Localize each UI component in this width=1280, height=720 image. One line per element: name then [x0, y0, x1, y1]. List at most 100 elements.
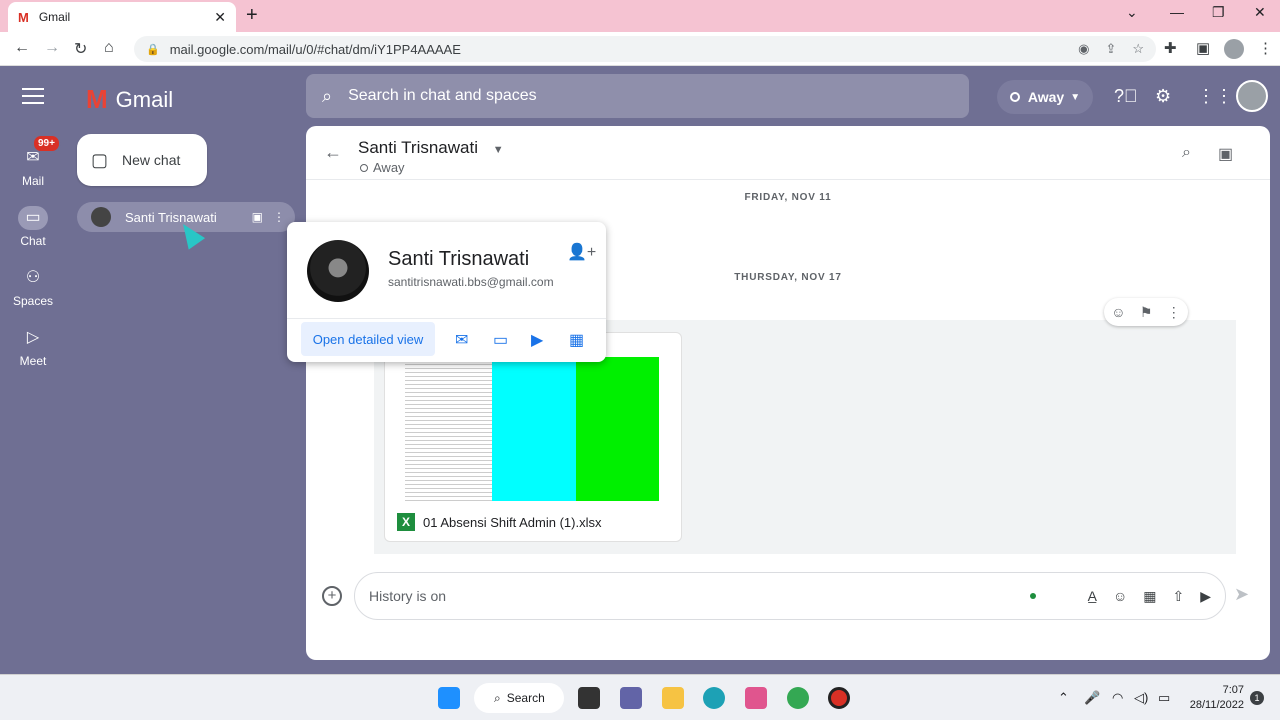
- new-chat-button[interactable]: ▢ New chat: [77, 134, 207, 186]
- snipping-tool-icon[interactable]: [745, 687, 767, 709]
- video-call-icon[interactable]: ▶: [531, 330, 543, 350]
- file-explorer-icon[interactable]: [662, 687, 684, 709]
- profile-avatar[interactable]: [1224, 39, 1244, 59]
- sheet-white-column: [405, 357, 493, 501]
- video-meeting-icon[interactable]: ▶: [1200, 588, 1211, 605]
- open-detailed-view-button[interactable]: Open detailed view: [301, 322, 435, 356]
- wifi-icon[interactable]: ◠: [1112, 690, 1123, 706]
- composer-placeholder: History is on: [369, 588, 447, 604]
- chat-search-bar[interactable]: ⌕ Search in chat and spaces: [306, 74, 969, 118]
- conversation-title[interactable]: Santi Trisnawati ▼: [358, 138, 504, 158]
- gif-icon[interactable]: ▦: [1143, 588, 1156, 605]
- microphone-icon[interactable]: 🎤: [1084, 690, 1100, 706]
- help-icon[interactable]: ?⃝: [1114, 86, 1138, 107]
- chrome-icon[interactable]: [787, 687, 809, 709]
- chat-icon[interactable]: ▭: [493, 330, 508, 350]
- address-bar[interactable]: 🔒 mail.google.com/mail/u/0/#chat/dm/iY1P…: [134, 36, 1156, 62]
- more-actions-icon[interactable]: ⋮: [1167, 304, 1181, 321]
- browser-menu-icon[interactable]: ⋮: [1258, 39, 1273, 57]
- volume-icon[interactable]: ◁): [1134, 690, 1148, 706]
- browser-toolbar: ← → ↻ ⌂ 🔒 mail.google.com/mail/u/0/#chat…: [0, 32, 1280, 66]
- back-arrow-icon[interactable]: ←: [324, 142, 342, 163]
- rail-spaces-label: Spaces: [12, 294, 54, 308]
- notification-badge[interactable]: 1: [1250, 691, 1264, 705]
- search-conversation-icon[interactable]: ⌕: [1182, 144, 1191, 162]
- message-composer[interactable]: History is on A̲ ☺ ▦ ⇧ ▶: [354, 572, 1226, 620]
- spaces-icon: ⚇: [25, 269, 41, 286]
- send-icon[interactable]: ➤: [1234, 584, 1249, 605]
- restore-icon[interactable]: ❐: [1212, 4, 1225, 21]
- apps-grid-icon[interactable]: ⋮⋮: [1197, 86, 1233, 107]
- rail-mail[interactable]: ✉ 99+ Mail: [0, 134, 66, 188]
- calendar-icon[interactable]: ▦: [569, 330, 584, 350]
- open-popup-icon[interactable]: ▣: [1218, 144, 1233, 164]
- gmail-logo[interactable]: M Gmail: [86, 84, 173, 115]
- settings-gear-icon[interactable]: ⚙: [1155, 86, 1171, 107]
- chat-icon: ▭: [18, 206, 48, 230]
- rail-spaces[interactable]: ⚇ Spaces: [0, 266, 66, 308]
- new-tab-icon[interactable]: +: [246, 4, 258, 27]
- tab-close-icon[interactable]: ✕: [214, 9, 226, 26]
- tray-expand-icon[interactable]: ⌃: [1058, 690, 1069, 706]
- clock-time: 7:07: [1222, 684, 1244, 696]
- window-close-icon[interactable]: ✕: [1254, 4, 1266, 21]
- status-dropdown[interactable]: Away ▼: [997, 80, 1093, 114]
- search-placeholder: Search in chat and spaces: [348, 87, 537, 104]
- contact-name: Santi Trisnawati: [388, 248, 530, 270]
- bookmark-star-icon[interactable]: ☆: [1132, 41, 1144, 57]
- new-chat-label: New chat: [122, 152, 181, 168]
- browser-tab-strip: M Gmail ✕ + ⌄ — ❐ ✕: [0, 0, 1280, 32]
- battery-icon[interactable]: ▭: [1158, 690, 1170, 706]
- taskbar-search[interactable]: ⌕ Search: [474, 683, 564, 713]
- tab-title: Gmail: [38, 10, 71, 24]
- tab-search-icon[interactable]: ⌄: [1126, 4, 1138, 21]
- back-icon[interactable]: ←: [14, 39, 30, 57]
- browser-tab[interactable]: M Gmail ✕: [8, 2, 236, 32]
- main-menu-icon[interactable]: [22, 88, 44, 104]
- status-label: Away: [1027, 89, 1065, 105]
- reply-in-thread-icon[interactable]: ⚑: [1140, 304, 1153, 321]
- sidepanel-icon[interactable]: ▣: [1196, 39, 1210, 57]
- contact-photo: [307, 240, 369, 302]
- os-taskbar: ⌕ Search ⌃ 🎤 ◠ ◁) ▭ 7:07 28/11/2022 1: [0, 674, 1280, 720]
- attachment-filename: 01 Absensi Shift Admin (1).xlsx: [423, 514, 602, 530]
- start-icon[interactable]: [438, 687, 460, 709]
- rail-meet[interactable]: ▷ Meet: [0, 326, 66, 368]
- account-avatar[interactable]: [1236, 80, 1268, 112]
- upload-file-icon[interactable]: ⇧: [1172, 588, 1184, 605]
- gmail-favicon-icon: M: [18, 9, 29, 25]
- sheet-cyan-column: [492, 357, 576, 501]
- extensions-icon[interactable]: ✚: [1164, 39, 1177, 57]
- reload-icon[interactable]: ↻: [74, 39, 87, 59]
- share-icon[interactable]: ⇪: [1105, 41, 1116, 57]
- status-dot-icon: [1009, 92, 1020, 102]
- file-attachment[interactable]: X 01 Absensi Shift Admin (1).xlsx: [384, 332, 682, 542]
- home-icon[interactable]: ⌂: [104, 39, 114, 57]
- conversation-name: Santi Trisnawati: [358, 138, 478, 157]
- more-options-icon[interactable]: ⋮: [273, 210, 285, 224]
- extension-eye-icon[interactable]: ◉: [1078, 41, 1089, 57]
- conversation-status-text: Away: [373, 160, 405, 175]
- add-reaction-icon[interactable]: ☺: [1111, 304, 1125, 320]
- rail-chat-label: Chat: [20, 234, 46, 248]
- add-attachment-icon[interactable]: +: [322, 586, 342, 606]
- contact-email: santitrisnawati.bbs@gmail.com: [388, 275, 554, 289]
- taskbar-search-label: Search: [506, 691, 545, 705]
- forward-icon[interactable]: →: [44, 39, 60, 57]
- lock-icon: 🔒: [146, 43, 160, 56]
- rail-mail-label: Mail: [21, 174, 44, 188]
- taskbar-clock[interactable]: 7:07 28/11/2022: [1186, 683, 1244, 713]
- open-in-popup-icon[interactable]: ▣: [252, 210, 263, 224]
- teams-icon[interactable]: [620, 687, 642, 709]
- format-text-icon[interactable]: A̲: [1088, 588, 1097, 604]
- mail-unread-badge: 99+: [32, 134, 61, 153]
- emoji-icon[interactable]: ☺: [1113, 588, 1127, 604]
- task-view-icon[interactable]: [578, 687, 600, 709]
- meet-icon: ▷: [26, 329, 40, 346]
- edge-icon[interactable]: [703, 687, 725, 709]
- minimize-icon[interactable]: —: [1170, 4, 1184, 20]
- email-icon[interactable]: ✉: [455, 330, 468, 350]
- recorder-icon[interactable]: [828, 687, 850, 709]
- add-contact-icon[interactable]: 👤+: [567, 242, 596, 262]
- rail-chat[interactable]: ▭ Chat: [0, 206, 66, 248]
